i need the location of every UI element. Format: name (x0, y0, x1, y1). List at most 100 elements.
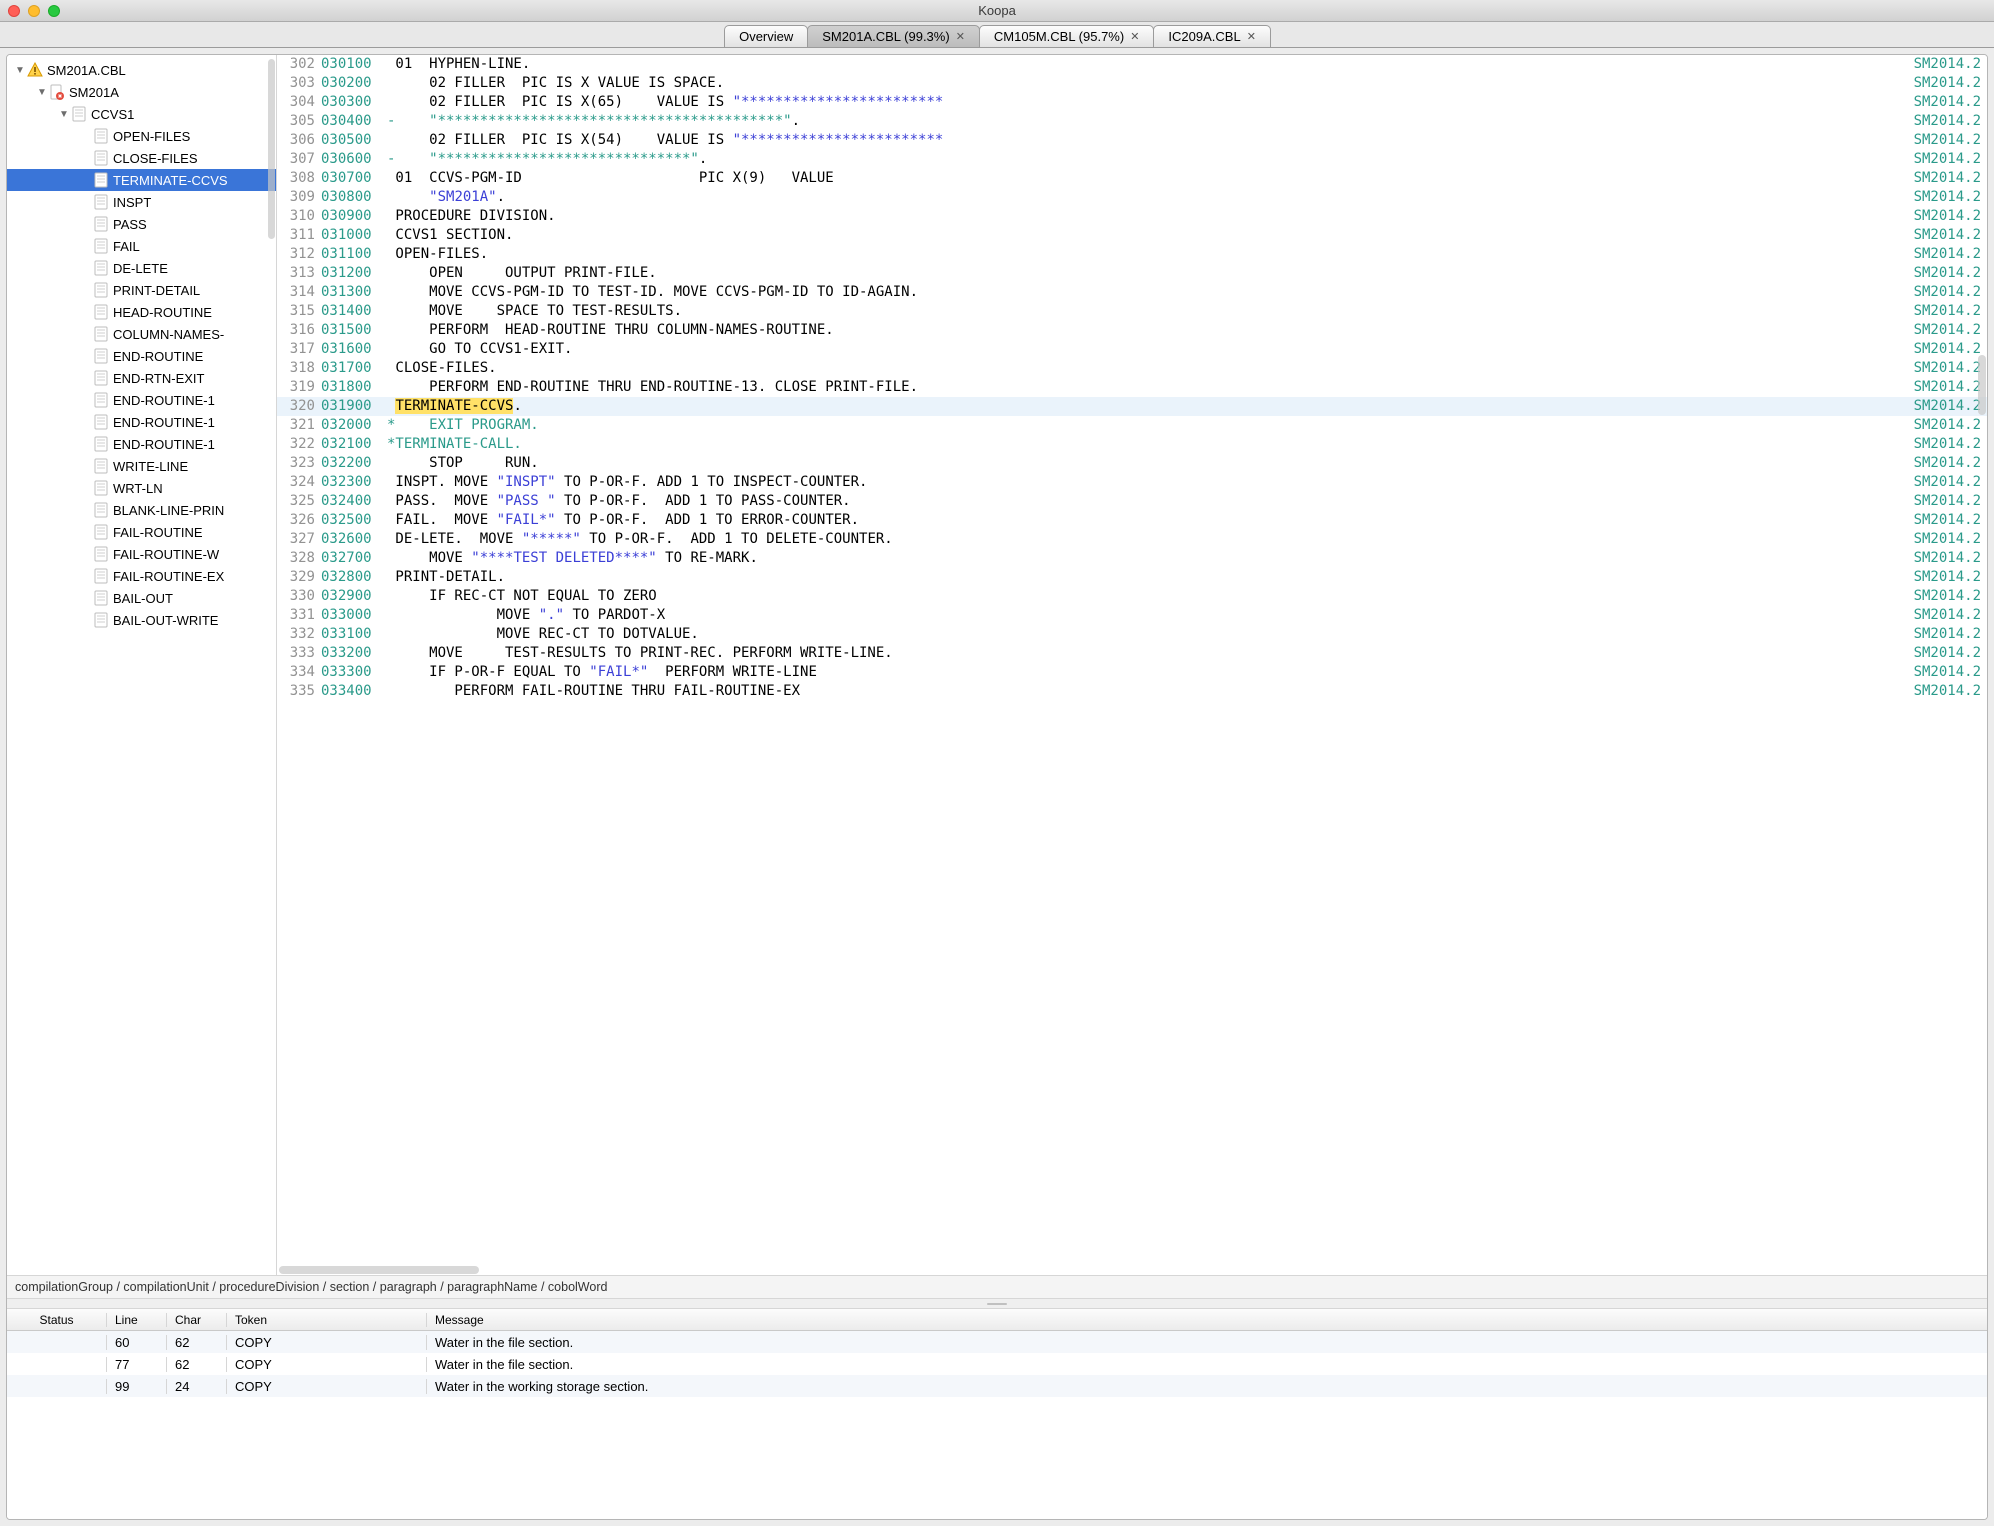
col-token[interactable]: Token (227, 1313, 427, 1327)
tab-3[interactable]: IC209A.CBL✕ (1153, 25, 1270, 47)
code-line[interactable]: 335033400 PERFORM FAIL-ROUTINE THRU FAIL… (277, 682, 1987, 701)
code-line[interactable]: 318031700 CLOSE-FILES.SM2014.2 (277, 359, 1987, 378)
tree-item[interactable]: OPEN-FILES (7, 125, 276, 147)
sidebar-scrollbar[interactable] (268, 59, 275, 239)
code-line[interactable]: 328032700 MOVE "****TEST DELETED****" TO… (277, 549, 1987, 568)
outline-sidebar[interactable]: ▼SM201A.CBL▼SM201A▼CCVS1OPEN-FILESCLOSE-… (7, 55, 277, 1275)
tree-item[interactable]: BAIL-OUT (7, 587, 276, 609)
code-line[interactable]: 302030100 01 HYPHEN-LINE.SM2014.2 (277, 55, 1987, 74)
code-line[interactable]: 329032800 PRINT-DETAIL.SM2014.2 (277, 568, 1987, 587)
tab-2[interactable]: CM105M.CBL (95.7%)✕ (979, 25, 1155, 47)
sequence-number: 032600 (321, 530, 387, 549)
code-line[interactable]: 309030800 "SM201A".SM2014.2 (277, 188, 1987, 207)
zoom-window-button[interactable] (48, 5, 60, 17)
tab-0[interactable]: Overview (724, 25, 808, 47)
code-line[interactable]: 313031200 OPEN OUTPUT PRINT-FILE.SM2014.… (277, 264, 1987, 283)
tree-item[interactable]: DE-LETE (7, 257, 276, 279)
code-line[interactable]: 325032400 PASS. MOVE "PASS " TO P-OR-F. … (277, 492, 1987, 511)
document-icon (93, 458, 109, 474)
tree-item[interactable]: FAIL (7, 235, 276, 257)
code-line[interactable]: 308030700 01 CCVS-PGM-ID PIC X(9) VALUES… (277, 169, 1987, 188)
code-line[interactable]: 305030400- "****************************… (277, 112, 1987, 131)
close-icon[interactable]: ✕ (1247, 30, 1256, 43)
tree-item[interactable]: END-ROUTINE-1 (7, 389, 276, 411)
horizontal-splitter[interactable] (7, 1299, 1987, 1309)
tree-item[interactable]: CLOSE-FILES (7, 147, 276, 169)
tree-item[interactable]: HEAD-ROUTINE (7, 301, 276, 323)
message-row[interactable]: 6062COPYWater in the file section. (7, 1331, 1987, 1353)
close-icon[interactable]: ✕ (1130, 30, 1139, 43)
tab-1[interactable]: SM201A.CBL (99.3%)✕ (807, 25, 980, 47)
close-window-button[interactable] (8, 5, 20, 17)
code-line[interactable]: 331033000 MOVE "." TO PARDOT-XSM2014.2 (277, 606, 1987, 625)
code-line[interactable]: 327032600 DE-LETE. MOVE "*****" TO P-OR-… (277, 530, 1987, 549)
window-title: Koopa (0, 3, 1994, 18)
message-row[interactable]: 7762COPYWater in the file section. (7, 1353, 1987, 1375)
code-line[interactable]: 333033200 MOVE TEST-RESULTS TO PRINT-REC… (277, 644, 1987, 663)
code-line[interactable]: 317031600 GO TO CCVS1-EXIT.SM2014.2 (277, 340, 1987, 359)
code-editor[interactable]: 302030100 01 HYPHEN-LINE.SM2014.23030302… (277, 55, 1987, 1275)
code-line[interactable]: 322032100*TERMINATE-CALL.SM2014.2 (277, 435, 1987, 454)
tree-item[interactable]: WRITE-LINE (7, 455, 276, 477)
tree-item[interactable]: WRT-LN (7, 477, 276, 499)
code-line[interactable]: 319031800 PERFORM END-ROUTINE THRU END-R… (277, 378, 1987, 397)
tree-item[interactable]: FAIL-ROUTINE-W (7, 543, 276, 565)
disclosure-triangle-icon[interactable]: ▼ (35, 87, 49, 98)
tree-item[interactable]: BLANK-LINE-PRIN (7, 499, 276, 521)
sequence-number: 031500 (321, 321, 387, 340)
code-line[interactable]: 320031900 TERMINATE-CCVS.SM2014.2 (277, 397, 1987, 416)
code-line[interactable]: 310030900 PROCEDURE DIVISION.SM2014.2 (277, 207, 1987, 226)
code-line[interactable]: 323032200 STOP RUN.SM2014.2 (277, 454, 1987, 473)
code-text: INSPT. MOVE "INSPT" TO P-OR-F. ADD 1 TO … (387, 473, 1897, 492)
editor-vertical-scrollbar[interactable] (1978, 355, 1986, 415)
code-line[interactable]: 315031400 MOVE SPACE TO TEST-RESULTS.SM2… (277, 302, 1987, 321)
tree-item[interactable]: FAIL-ROUTINE-EX (7, 565, 276, 587)
message-row[interactable]: 9924COPYWater in the working storage sec… (7, 1375, 1987, 1397)
tree-item[interactable]: BAIL-OUT-WRITE (7, 609, 276, 631)
messages-pane[interactable]: Status Line Char Token Message 6062COPYW… (7, 1309, 1987, 1519)
minimize-window-button[interactable] (28, 5, 40, 17)
code-line[interactable]: 324032300 INSPT. MOVE "INSPT" TO P-OR-F.… (277, 473, 1987, 492)
tree-item-label: HEAD-ROUTINE (113, 305, 212, 320)
disclosure-triangle-icon[interactable]: ▼ (13, 65, 27, 76)
line-number: 316 (277, 321, 321, 340)
tree-item[interactable]: END-ROUTINE (7, 345, 276, 367)
tree-item[interactable]: END-ROUTINE-1 (7, 411, 276, 433)
code-line[interactable]: 321032000* EXIT PROGRAM.SM2014.2 (277, 416, 1987, 435)
code-line[interactable]: 314031300 MOVE CCVS-PGM-ID TO TEST-ID. M… (277, 283, 1987, 302)
code-line[interactable]: 303030200 02 FILLER PIC IS X VALUE IS SP… (277, 74, 1987, 93)
tree-item[interactable]: TERMINATE-CCVS (7, 169, 276, 191)
tree-item[interactable]: FAIL-ROUTINE (7, 521, 276, 543)
breadcrumb[interactable]: compilationGroup / compilationUnit / pro… (7, 1275, 1987, 1299)
col-status[interactable]: Status (7, 1313, 107, 1327)
tree-item[interactable]: PRINT-DETAIL (7, 279, 276, 301)
code-line[interactable]: 334033300 IF P-OR-F EQUAL TO "FAIL*" PER… (277, 663, 1987, 682)
code-line[interactable]: 330032900 IF REC-CT NOT EQUAL TO ZEROSM2… (277, 587, 1987, 606)
outline-tree[interactable]: ▼SM201A.CBL▼SM201A▼CCVS1OPEN-FILESCLOSE-… (7, 55, 276, 635)
code-line[interactable]: 326032500 FAIL. MOVE "FAIL*" TO P-OR-F. … (277, 511, 1987, 530)
code-line[interactable]: 332033100 MOVE REC-CT TO DOTVALUE.SM2014… (277, 625, 1987, 644)
status-cell (7, 1335, 107, 1350)
sequence-number: 033300 (321, 663, 387, 682)
tree-item[interactable]: COLUMN-NAMES- (7, 323, 276, 345)
tree-item[interactable]: INSPT (7, 191, 276, 213)
editor-horizontal-scrollbar[interactable] (279, 1266, 479, 1274)
code-line[interactable]: 304030300 02 FILLER PIC IS X(65) VALUE I… (277, 93, 1987, 112)
program-id-tag: SM2014.2 (1897, 663, 1987, 682)
code-line[interactable]: 311031000 CCVS1 SECTION.SM2014.2 (277, 226, 1987, 245)
tree-item[interactable]: ▼SM201A.CBL (7, 59, 276, 81)
close-icon[interactable]: ✕ (956, 30, 965, 43)
code-line[interactable]: 307030600- "****************************… (277, 150, 1987, 169)
tree-item[interactable]: PASS (7, 213, 276, 235)
tree-item[interactable]: ▼CCVS1 (7, 103, 276, 125)
col-message[interactable]: Message (427, 1313, 1987, 1327)
tree-item[interactable]: END-RTN-EXIT (7, 367, 276, 389)
col-char[interactable]: Char (167, 1313, 227, 1327)
col-line[interactable]: Line (107, 1313, 167, 1327)
code-line[interactable]: 306030500 02 FILLER PIC IS X(54) VALUE I… (277, 131, 1987, 150)
code-line[interactable]: 316031500 PERFORM HEAD-ROUTINE THRU COLU… (277, 321, 1987, 340)
disclosure-triangle-icon[interactable]: ▼ (57, 109, 71, 120)
tree-item[interactable]: END-ROUTINE-1 (7, 433, 276, 455)
tree-item[interactable]: ▼SM201A (7, 81, 276, 103)
code-line[interactable]: 312031100 OPEN-FILES.SM2014.2 (277, 245, 1987, 264)
